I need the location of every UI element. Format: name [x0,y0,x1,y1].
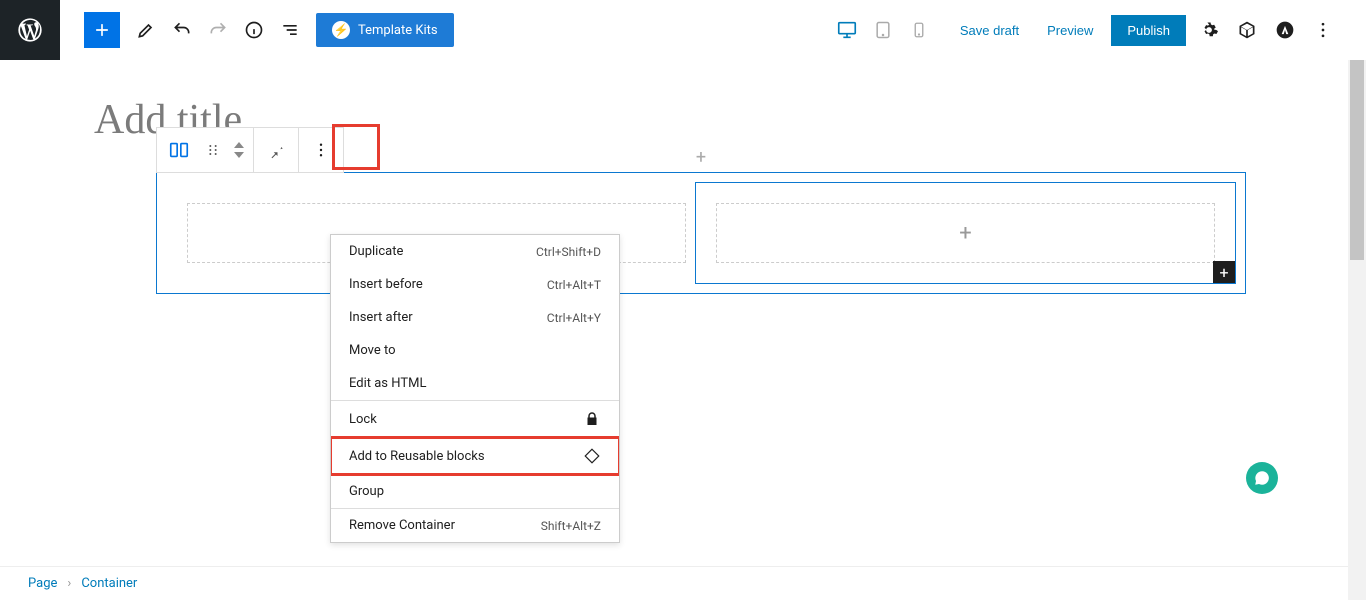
chat-bubble-icon[interactable] [1246,462,1278,494]
reusable-icon [583,447,601,465]
top-toolbar: ⚡ Template Kits Save draft Preview Publi… [0,0,1366,60]
add-above-icon[interactable]: + [696,147,706,168]
edit-icon[interactable] [128,12,164,48]
publish-button[interactable]: Publish [1111,15,1186,46]
menu-label: Move to [349,343,396,358]
list-view-icon[interactable] [272,12,308,48]
menu-label: Group [349,484,384,499]
plugin-icon[interactable] [1232,12,1262,48]
menu-label: Insert after [349,310,413,325]
menu-group[interactable]: Group [331,475,619,508]
crumb-root[interactable]: Page [28,576,57,591]
menu-remove[interactable]: Remove Container Shift+Alt+Z [331,509,619,542]
container-block[interactable]: + + + [156,172,1246,294]
preview-button[interactable]: Preview [1037,17,1103,44]
save-draft-button[interactable]: Save draft [950,17,1029,44]
settings-icon[interactable] [1194,12,1224,48]
block-toolbar [156,127,344,173]
undo-icon[interactable] [164,12,200,48]
wordpress-logo[interactable] [0,0,60,60]
menu-label: Duplicate [349,244,403,259]
mobile-icon[interactable] [904,15,934,45]
move-arrows[interactable] [233,142,245,158]
menu-shortcut: Ctrl+Shift+D [536,245,601,259]
info-icon[interactable] [236,12,272,48]
menu-move-to[interactable]: Move to [331,334,619,367]
plus-icon[interactable]: + [959,221,971,246]
drag-handle-icon[interactable] [199,136,227,164]
block-type-icon[interactable] [165,136,193,164]
menu-label: Add to Reusable blocks [349,449,485,464]
block-options-menu: Duplicate Ctrl+Shift+D Insert before Ctr… [330,234,620,543]
crumb-current[interactable]: Container [81,576,137,591]
redo-icon[interactable] [200,12,236,48]
menu-label: Remove Container [349,518,455,533]
lock-icon [583,410,601,428]
breadcrumb: Page › Container [0,566,1366,600]
scrollbar[interactable] [1348,60,1366,600]
menu-insert-after[interactable]: Insert after Ctrl+Alt+Y [331,301,619,334]
column-right[interactable]: + + [716,203,1215,263]
menu-shortcut: Ctrl+Alt+T [547,278,601,292]
astra-icon[interactable] [1270,12,1300,48]
editor-canvas: Add title [60,60,1342,566]
menu-lock[interactable]: Lock [331,401,619,437]
more-options-icon[interactable] [1308,12,1338,48]
template-kits-button[interactable]: ⚡ Template Kits [316,13,454,47]
template-kits-label: Template Kits [358,23,438,38]
desktop-icon[interactable] [832,15,862,45]
bolt-icon: ⚡ [332,21,350,39]
tablet-icon[interactable] [868,15,898,45]
menu-shortcut: Ctrl+Alt+Y [547,311,601,325]
menu-edit-html[interactable]: Edit as HTML [331,367,619,400]
menu-shortcut: Shift+Alt+Z [541,519,601,533]
block-options-icon[interactable] [307,136,335,164]
add-block-button[interactable] [84,12,120,48]
menu-duplicate[interactable]: Duplicate Ctrl+Shift+D [331,235,619,268]
chevron-right-icon: › [67,576,71,591]
menu-add-reusable[interactable]: Add to Reusable blocks [331,438,619,474]
pin-icon[interactable] [262,136,290,164]
menu-label: Edit as HTML [349,376,426,391]
scrollbar-thumb[interactable] [1350,60,1364,260]
menu-label: Insert before [349,277,423,292]
menu-label: Lock [349,412,377,427]
menu-insert-before[interactable]: Insert before Ctrl+Alt+T [331,268,619,301]
add-inside-button[interactable]: + [1213,261,1235,283]
